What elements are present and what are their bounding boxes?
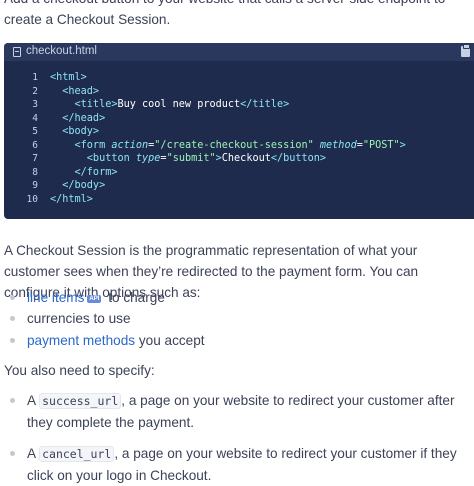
code-token: </html> bbox=[50, 193, 93, 205]
list-item: line items API to charge bbox=[0, 287, 474, 308]
specify-list: A success_url, a page on your website to… bbox=[0, 390, 470, 486]
code-line: 6 <form action="/create-checkout-session… bbox=[4, 139, 474, 153]
line-number: 3 bbox=[32, 99, 38, 110]
payment-methods-link[interactable]: payment methods bbox=[27, 333, 135, 348]
line-number: 5 bbox=[32, 126, 38, 137]
code-line: 1 <html> bbox=[4, 71, 474, 85]
code-line: 7 <button type="submit">Checkout</button… bbox=[4, 152, 474, 166]
bullet-dot bbox=[10, 451, 15, 456]
intro-paragraph: Add a checkout button to your website th… bbox=[4, 0, 445, 27]
code-line: 10 </html> bbox=[4, 193, 474, 207]
code-lines: 1 <html> 2 <head> 3 <title>Buy cool new p… bbox=[4, 71, 474, 206]
code-text: </head> bbox=[50, 112, 105, 126]
list-item: A success_url, a page on your website to… bbox=[0, 390, 470, 433]
list-item: A cancel_url, a page on your website to … bbox=[0, 443, 470, 486]
code-token: > bbox=[399, 139, 406, 151]
code-token: </button> bbox=[270, 153, 327, 164]
bullet-dot bbox=[10, 398, 15, 403]
code-token: "/create-checkout-session" bbox=[154, 139, 314, 151]
code-token: type bbox=[135, 153, 161, 164]
code-token: <body> bbox=[50, 126, 100, 137]
list-item-text: you accept bbox=[135, 332, 205, 348]
inline-code: success_url bbox=[39, 393, 122, 409]
list-item: currencies to use bbox=[0, 308, 474, 329]
code-line: 4 </head> bbox=[4, 112, 474, 126]
code-text: </body> bbox=[50, 179, 105, 193]
code-text: <button type="submit">Checkout</button> bbox=[50, 152, 326, 166]
bullet-dot bbox=[10, 337, 15, 343]
code-text: </form> bbox=[50, 166, 118, 180]
copy-icon[interactable] bbox=[461, 44, 470, 57]
code-token: "submit" bbox=[166, 153, 216, 164]
code-filename: checkout.html bbox=[26, 45, 97, 57]
options-list: line items API to charge currencies to us… bbox=[0, 287, 474, 351]
line-items-link[interactable]: line items bbox=[27, 290, 84, 305]
file-icon bbox=[13, 47, 21, 57]
code-token: Checkout bbox=[221, 153, 271, 164]
list-item-text: currencies to use bbox=[27, 311, 131, 327]
code-line: 9 </body> bbox=[4, 179, 474, 193]
code-token: "POST" bbox=[362, 139, 400, 151]
line-number: 7 bbox=[32, 153, 38, 164]
list-item: payment methods you accept bbox=[0, 330, 474, 351]
line-number: 10 bbox=[26, 193, 38, 205]
code-text: </html> bbox=[50, 193, 93, 207]
line-number: 6 bbox=[32, 139, 38, 151]
code-text: <html> bbox=[50, 71, 87, 85]
code-token: <head> bbox=[50, 85, 100, 97]
code-text: <title>Buy cool new product</title> bbox=[50, 98, 290, 112]
line-number: 2 bbox=[32, 85, 38, 97]
code-line: 5 <body> bbox=[4, 125, 474, 139]
line-number: 1 bbox=[32, 72, 38, 83]
list-item-text: A bbox=[27, 393, 40, 408]
code-token: <form bbox=[50, 139, 112, 151]
line-number: 8 bbox=[32, 166, 38, 178]
bullet-dot bbox=[10, 316, 15, 322]
code-token: <title> bbox=[50, 99, 118, 110]
code-block-header: checkout.html bbox=[4, 43, 474, 61]
code-token: </head> bbox=[50, 112, 106, 124]
code-token: Buy cool new product bbox=[117, 99, 241, 110]
code-line: 2 <head> bbox=[4, 85, 474, 99]
line-number: 4 bbox=[32, 112, 38, 124]
code-line: 8 </form> bbox=[4, 166, 474, 180]
code-text: <head> bbox=[50, 85, 99, 99]
inline-code: cancel_url bbox=[39, 446, 115, 462]
line-number: 9 bbox=[32, 180, 38, 191]
code-token: </form> bbox=[50, 166, 118, 178]
code-token: </body> bbox=[50, 180, 106, 191]
code-text: <body> bbox=[50, 125, 99, 139]
bullet-dot bbox=[10, 295, 15, 300]
list-item-text: to charge bbox=[104, 290, 165, 305]
code-token: </title> bbox=[240, 99, 290, 110]
code-token: <button bbox=[50, 153, 136, 164]
specify-heading: You also need to specify: bbox=[4, 363, 155, 378]
code-block: checkout.html 1 <html> 2 <head> 3 <title>… bbox=[4, 43, 474, 219]
code-token: action bbox=[111, 139, 149, 151]
code-token: method bbox=[319, 139, 357, 151]
api-badge: API bbox=[87, 295, 102, 303]
code-text: <form action="/create-checkout-session" … bbox=[50, 139, 406, 153]
code-token: <html> bbox=[50, 72, 87, 83]
code-line: 3 <title>Buy cool new product</title> bbox=[4, 98, 474, 112]
